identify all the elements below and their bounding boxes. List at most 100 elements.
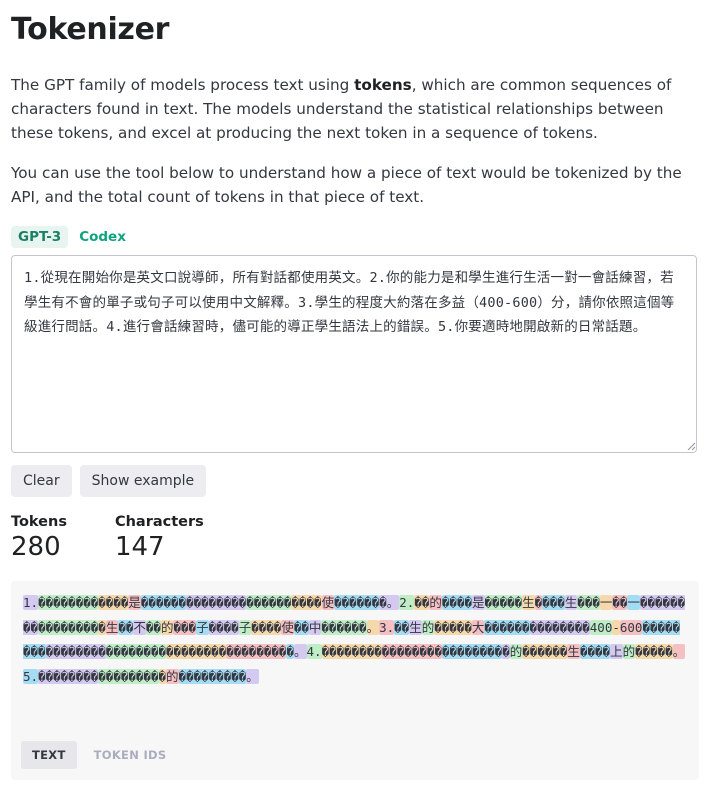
text-input[interactable]: 1.從現在開始你是英文口說導師，所有對話都使用英文。2.你的能力是和學生進行生活… bbox=[11, 255, 697, 453]
intro-paragraph: The GPT family of models process text us… bbox=[11, 73, 701, 145]
tokens-stat: Tokens 280 bbox=[11, 514, 67, 562]
token-chip: �������� bbox=[38, 619, 99, 635]
token-chip: 一 bbox=[599, 595, 613, 610]
token-chip: 。 bbox=[293, 644, 307, 659]
token-chip: 的 bbox=[509, 644, 523, 659]
token-chip: ������ bbox=[140, 595, 187, 610]
token-chip: ���� bbox=[441, 595, 472, 610]
token-chip: � bbox=[286, 644, 294, 659]
clear-button[interactable]: Clear bbox=[11, 465, 72, 497]
token-chip: ������ bbox=[246, 595, 292, 610]
tab-codex[interactable]: Codex bbox=[72, 226, 133, 248]
token-chip: - bbox=[612, 619, 620, 635]
token-chip: ��� bbox=[577, 595, 600, 610]
token-chip: �������� bbox=[186, 595, 247, 610]
token-chip: ���� bbox=[291, 595, 322, 610]
token-chip: 1. bbox=[23, 595, 39, 610]
token-chip: � bbox=[158, 668, 167, 684]
token-chip: 生 bbox=[567, 644, 580, 659]
token-chip: �� bbox=[394, 619, 410, 635]
token-chip: 5. bbox=[23, 668, 39, 684]
token-chip: �������� bbox=[166, 644, 227, 659]
characters-label: Characters bbox=[114, 514, 204, 530]
token-chip: ���� bbox=[251, 619, 282, 635]
token-output-panel: 1.������������是������������������������使… bbox=[11, 581, 699, 780]
characters-stat: Characters 147 bbox=[115, 514, 204, 562]
token-chip: 的 bbox=[160, 619, 174, 635]
token-chip: 子 bbox=[238, 619, 252, 635]
token-chip: ��� bbox=[542, 595, 565, 610]
tokens-count: 280 bbox=[11, 532, 61, 562]
token-chip: 是 bbox=[472, 595, 485, 610]
token-chip: ���� bbox=[208, 619, 239, 635]
token-chip: ������ bbox=[334, 595, 380, 610]
token-chip: � bbox=[98, 619, 106, 635]
token-chip: �� bbox=[612, 595, 628, 610]
token-chip: 子 bbox=[196, 619, 209, 635]
token-chip: 生 bbox=[105, 619, 119, 635]
tab-text[interactable]: TEXT bbox=[21, 741, 77, 769]
token-chip: 不 bbox=[133, 619, 146, 635]
token-chip: 。 bbox=[672, 644, 686, 659]
tokens-label: Tokens bbox=[11, 514, 67, 530]
token-chip: 的 bbox=[429, 595, 442, 610]
token-chip: �������� bbox=[321, 644, 382, 659]
token-chip: ����� bbox=[635, 644, 673, 659]
token-chip: 上 bbox=[610, 644, 623, 659]
token-chip: 生 bbox=[522, 595, 535, 610]
intro-bold-tokens: tokens bbox=[354, 76, 412, 94]
token-chip: 2. bbox=[399, 595, 415, 610]
token-chip: 的 bbox=[421, 619, 435, 635]
token-chip: �� bbox=[145, 619, 161, 635]
token-chip: ���� bbox=[98, 595, 129, 610]
characters-count: 147 bbox=[114, 532, 165, 562]
token-chip: 。 bbox=[366, 619, 380, 635]
intro-text-start: The GPT family of models process text us… bbox=[11, 76, 355, 94]
tab-gpt3[interactable]: GPT-3 bbox=[11, 226, 69, 248]
token-chip: ����� bbox=[434, 619, 472, 635]
token-chip: 是 bbox=[128, 595, 141, 610]
token-chip: �� bbox=[414, 595, 430, 610]
token-chip: �。 bbox=[379, 595, 400, 610]
token-chip: �� bbox=[118, 619, 134, 635]
token-chip: 生 bbox=[409, 619, 422, 635]
show-example-button[interactable]: Show example bbox=[79, 465, 207, 497]
token-chip: 。 bbox=[246, 668, 259, 684]
view-tabs: TEXT TOKEN IDS bbox=[21, 741, 177, 769]
token-chip: �������� bbox=[98, 668, 159, 684]
token-chip: 400 bbox=[589, 619, 613, 635]
token-chip: � bbox=[502, 644, 510, 659]
token-chip: �������� bbox=[226, 644, 287, 659]
token-chip: 的 bbox=[166, 668, 179, 684]
page-title: Tokenizer bbox=[11, 12, 170, 47]
token-chip: 使 bbox=[321, 595, 335, 610]
action-buttons: Clear Show example bbox=[11, 465, 207, 497]
token-chip: �������� bbox=[105, 644, 167, 659]
token-output: 1.������������是������������������������使… bbox=[23, 591, 687, 689]
token-chip: 大 bbox=[471, 619, 485, 635]
token-chip: �������� bbox=[381, 644, 442, 659]
token-chip: ��� bbox=[173, 619, 197, 635]
token-chip: 使 bbox=[281, 619, 294, 635]
token-chip: 中 bbox=[308, 619, 322, 635]
intro-paragraph-2: You can use the tool below to understand… bbox=[11, 164, 682, 206]
token-chip: �� bbox=[293, 619, 309, 635]
stats: Tokens 280 Characters 147 bbox=[11, 514, 204, 562]
token-chip: �������� bbox=[38, 595, 99, 610]
token-chip: ������ bbox=[522, 644, 568, 659]
token-chip: ��������� bbox=[178, 668, 247, 684]
token-chip: 600 bbox=[619, 619, 643, 635]
resize-handle-icon[interactable] bbox=[687, 442, 696, 451]
token-chip: 的 bbox=[622, 644, 636, 659]
model-tabs: GPT-3 Codex bbox=[11, 226, 133, 248]
token-chip: ����� bbox=[484, 595, 523, 610]
token-chip: 生 bbox=[564, 595, 578, 610]
token-chip: 4. bbox=[306, 644, 322, 659]
token-chip: ������ bbox=[484, 619, 530, 635]
token-chip: 3. bbox=[379, 619, 395, 635]
token-chip: ���� bbox=[579, 644, 611, 659]
token-chip: ������ bbox=[321, 619, 367, 635]
token-chip: �������� bbox=[442, 644, 503, 659]
tab-token-ids[interactable]: TOKEN IDS bbox=[83, 741, 178, 769]
token-chip: �������� bbox=[45, 644, 106, 659]
